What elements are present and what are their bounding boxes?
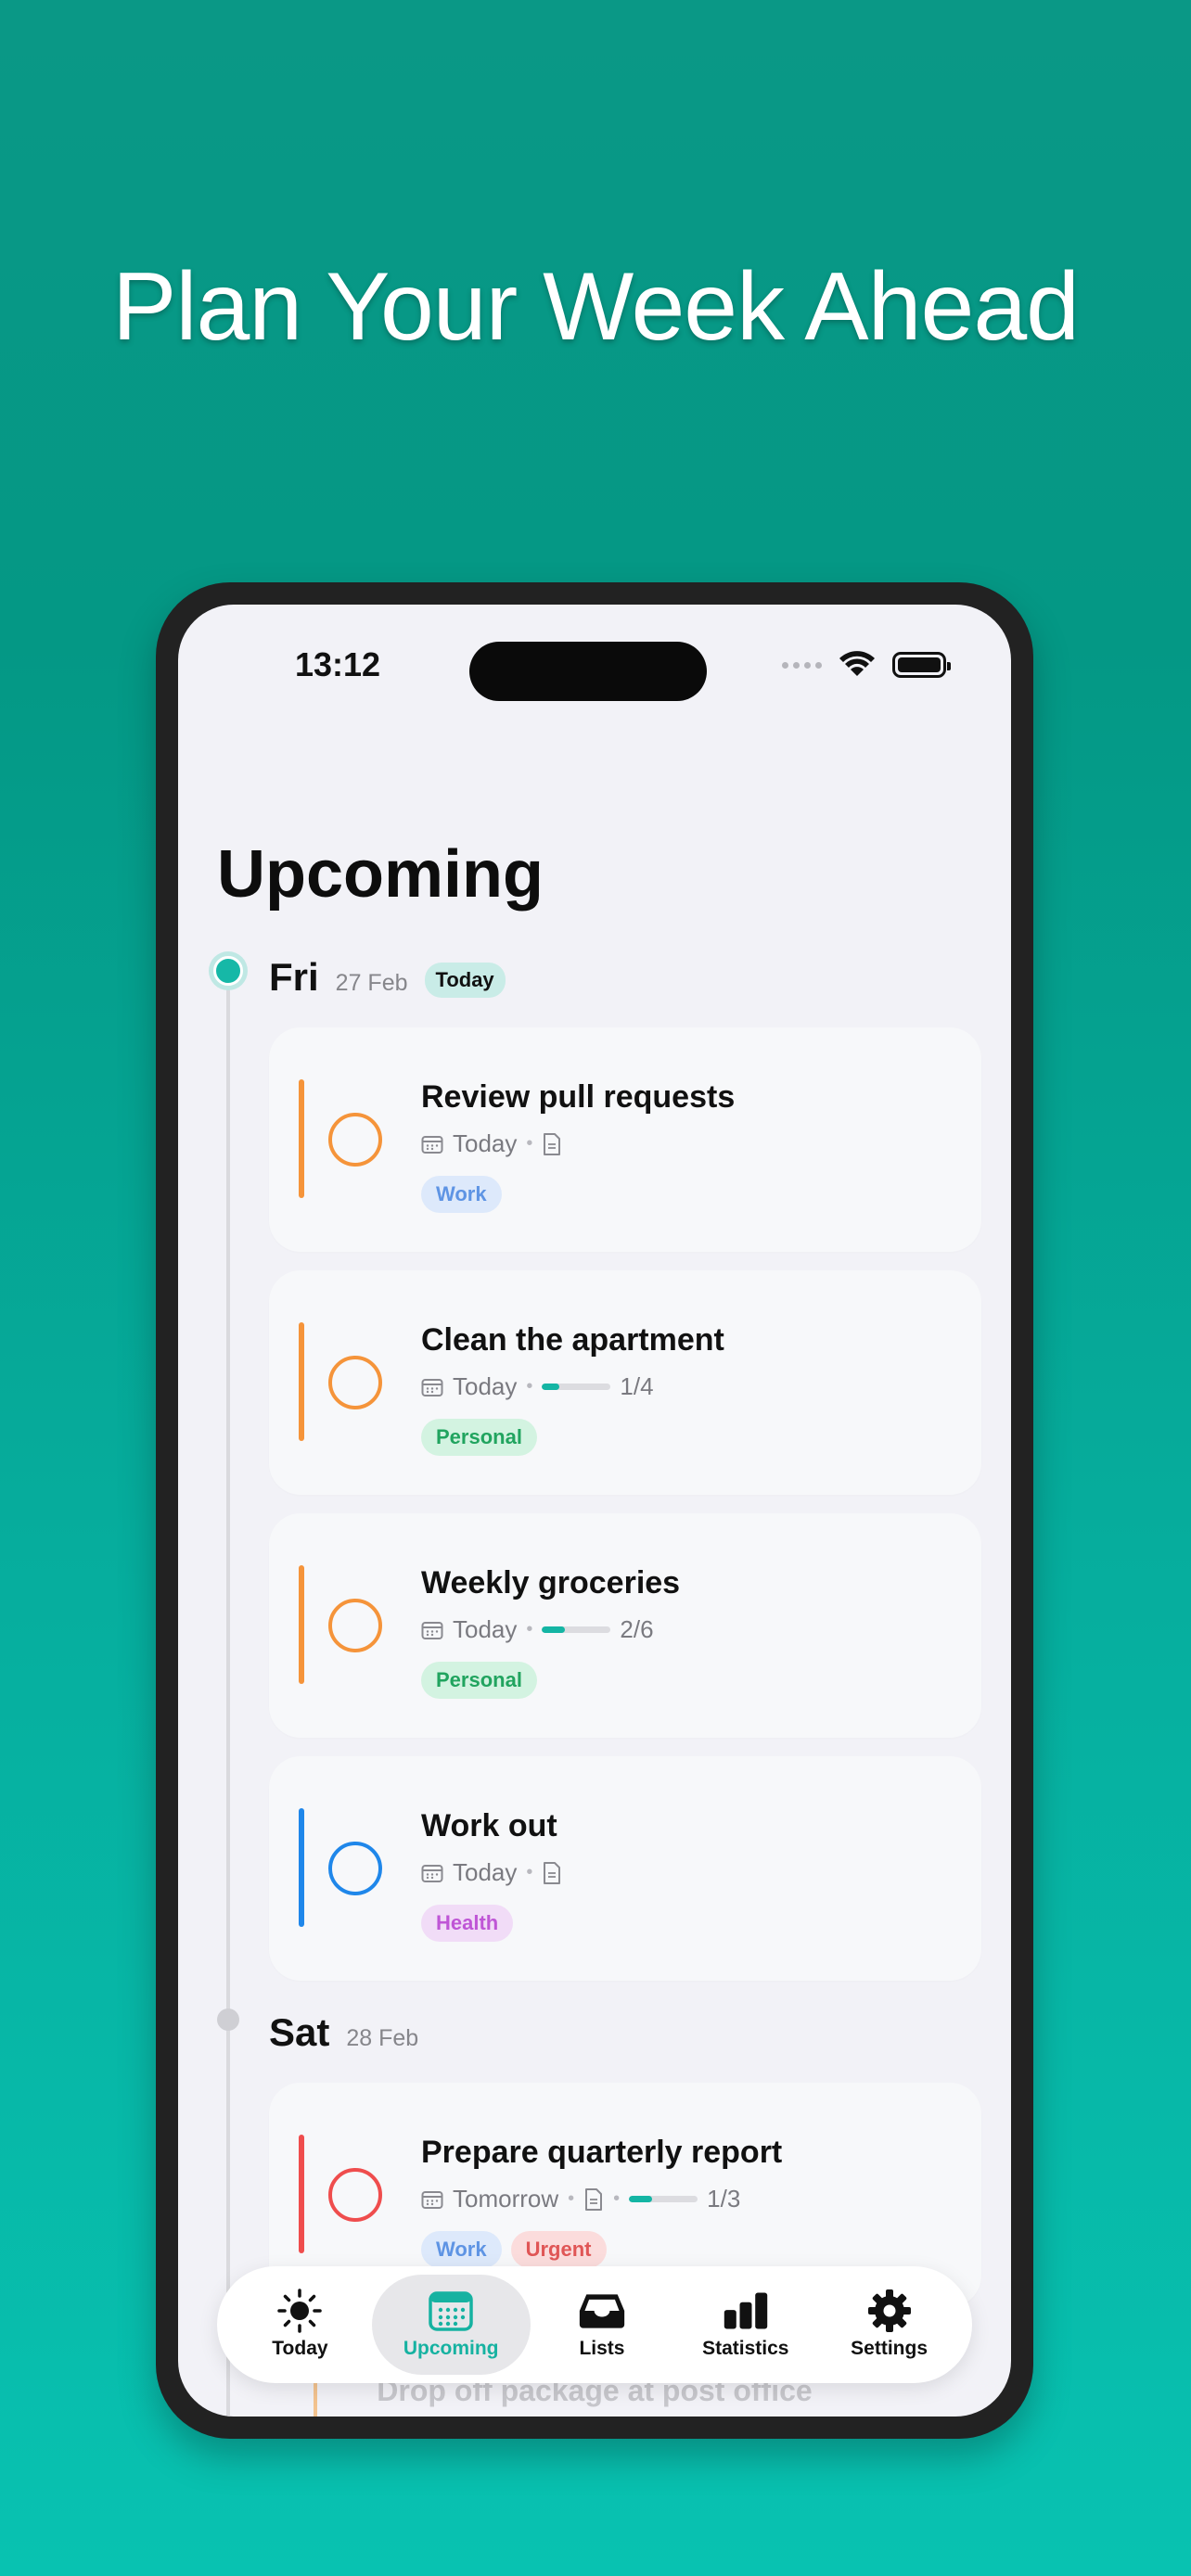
timeline-line [226,985,230,2417]
tab-label: Today [272,2338,328,2359]
battery-icon [892,652,951,678]
subtask-count: 1/4 [620,1372,654,1400]
sun-icon [275,2289,324,2333]
task-card[interactable]: Clean the apartment Today • 1/4 Personal [269,1270,981,1495]
priority-bar [299,2135,304,2253]
tray-icon [578,2289,626,2332]
subtask-count: 1/3 [707,2185,741,2213]
task-title: Clean the apartment [421,1322,724,1358]
tab-lists[interactable]: Lists [531,2275,674,2375]
subtask-progress [542,1384,611,1390]
note-icon [544,1861,561,1884]
meta-separator: • [568,2188,575,2209]
priority-bar [299,1565,304,1684]
tab-statistics[interactable]: Statistics [673,2275,817,2375]
task-due: Today [453,1129,518,1157]
day-header-fri: Fri 27 Feb Today [269,955,506,1001]
tab-upcoming[interactable]: Upcoming [371,2275,531,2375]
meta-separator: • [613,2188,621,2209]
complete-checkbox[interactable] [328,1599,382,1652]
priority-bar [299,1322,304,1441]
calendar-small-icon [421,1378,443,1396]
priority-bar [299,1079,304,1198]
meta-separator: • [526,1619,533,1639]
complete-checkbox[interactable] [328,1356,382,1409]
meta-separator: • [526,1862,533,1882]
task-due: Today [453,1372,518,1400]
task-due: Today [453,1858,518,1886]
page-title: Upcoming [217,837,544,912]
task-card[interactable]: Weekly groceries Today • 2/6 Personal [269,1513,981,1738]
signal-dots-icon [782,661,822,669]
tag-personal[interactable]: Personal [421,1662,537,1699]
tag-personal[interactable]: Personal [421,1419,537,1456]
complete-checkbox[interactable] [328,1842,382,1895]
app-screen: 13:12 Upcoming Fri 27 Feb Today Review p… [178,605,1011,2417]
tag-work[interactable]: Work [421,1176,502,1213]
task-card[interactable]: Review pull requests Today • Work [269,1027,981,1252]
wifi-icon [839,651,875,676]
day-name: Fri [269,955,319,999]
tab-today[interactable]: Today [228,2275,372,2375]
meta-separator: • [526,1376,533,1396]
note-icon [544,1132,561,1155]
timeline-dot-sat [217,2009,239,2031]
task-tags: Personal [421,1419,537,1456]
day-name: Sat [269,2010,330,2054]
status-indicators [782,651,951,679]
task-tags: Health [421,1905,514,1942]
tab-label: Settings [851,2338,928,2359]
task-meta: Today • 1/4 [421,1372,654,1401]
phone-frame: 13:12 Upcoming Fri 27 Feb Today Review p… [156,582,1033,2439]
dynamic-island [469,642,707,701]
tab-settings[interactable]: Settings [817,2275,961,2375]
tag-health[interactable]: Health [421,1905,514,1942]
task-due: Today [453,1615,518,1643]
calendar-small-icon [421,1864,443,1882]
meta-separator: • [526,1133,533,1154]
complete-checkbox[interactable] [328,2168,382,2222]
task-due: Tomorrow [453,2185,559,2213]
tag-urgent[interactable]: Urgent [510,2231,607,2268]
headline: Plan Your Week Ahead [111,253,1080,361]
note-icon [585,2187,603,2211]
task-meta: Today • 2/6 [421,1615,654,1644]
task-meta: Tomorrow • • 1/3 [421,2185,740,2213]
task-meta: Today • [421,1129,562,1158]
calendar-small-icon [421,1135,443,1154]
day-header-sat: Sat 28 Feb [269,2010,418,2055]
bar-chart-icon [722,2289,770,2332]
task-tags: Personal [421,1662,537,1699]
tag-work[interactable]: Work [421,2231,502,2268]
tab-label: Lists [579,2338,625,2359]
day-date: 28 Feb [346,2025,419,2051]
task-tags: Work Urgent [421,2231,607,2268]
task-tags: Work [421,1176,502,1213]
gear-icon [865,2289,914,2332]
task-card[interactable]: Work out Today • Health [269,1756,981,1981]
subtask-progress [629,2196,698,2202]
tab-bar: Today Upcoming Lists Statistics Settings [217,2266,972,2383]
task-title: Work out [421,1808,557,1843]
task-meta: Today • [421,1858,562,1887]
priority-bar [299,1808,304,1927]
task-title: Review pull requests [421,1079,736,1115]
tab-label: Statistics [702,2338,789,2359]
calendar-small-icon [421,2190,443,2209]
calendar-icon [427,2289,475,2332]
tab-label: Upcoming [403,2338,499,2359]
task-title: Weekly groceries [421,1565,681,1600]
day-date: 27 Feb [335,970,408,996]
calendar-small-icon [421,1621,443,1639]
subtask-progress [542,1626,611,1633]
today-badge: Today [424,963,506,998]
subtask-count: 2/6 [620,1615,654,1643]
status-time: 13:12 [295,645,381,683]
timeline-dot-today [209,951,248,990]
complete-checkbox[interactable] [328,1113,382,1167]
task-title: Prepare quarterly report [421,2135,783,2170]
